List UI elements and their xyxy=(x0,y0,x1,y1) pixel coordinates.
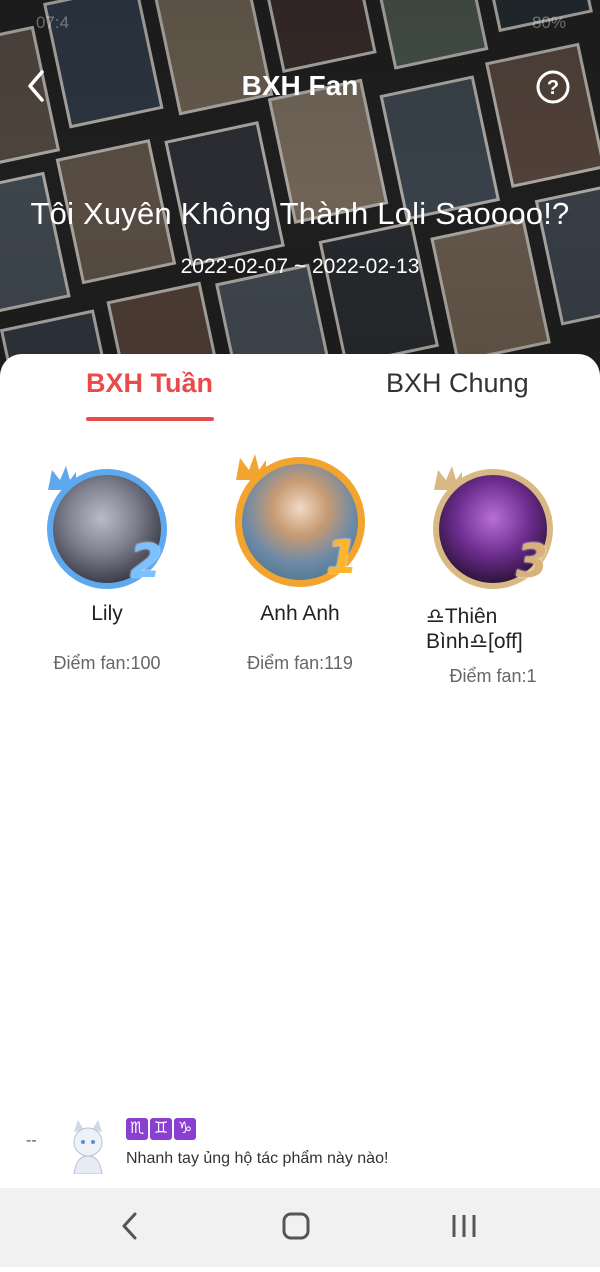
zodiac-badge: ♑ xyxy=(174,1118,196,1140)
system-recents-button[interactable] xyxy=(424,1188,504,1267)
fan-score: Điểm fan:119 xyxy=(247,653,353,673)
fan-score: Điểm fan:1 xyxy=(449,666,537,686)
zodiac-badge: ♊ xyxy=(150,1118,172,1140)
podium-avatar-rank-3[interactable]: 3 xyxy=(428,464,558,594)
page-title: BXH Fan xyxy=(241,70,359,101)
question-circle-icon: ? xyxy=(536,70,570,104)
fan-score: Điểm fan:100 xyxy=(53,653,161,673)
zodiac-badge: ♏ xyxy=(126,1118,148,1140)
podium-avatar-rank-1[interactable]: 1 xyxy=(230,452,370,592)
home-icon xyxy=(282,1212,310,1240)
help-button[interactable]: ? xyxy=(536,70,570,104)
active-tab-indicator xyxy=(86,417,214,421)
recents-icon xyxy=(452,1215,476,1237)
back-arrow-icon xyxy=(122,1212,137,1240)
zodiac-badges: ♏ ♊ ♑ xyxy=(126,1118,196,1140)
system-back-button[interactable] xyxy=(90,1188,170,1267)
tab-weekly-ranking[interactable]: BXH Tuần xyxy=(86,368,213,399)
status-battery: 80% xyxy=(531,13,566,32)
ranking-panel: BXH Tuần BXH Chung 2 Lily Điểm fan:100 1… xyxy=(0,354,600,1189)
podium-avatar-rank-2[interactable]: 2 xyxy=(42,464,172,594)
header-hero: 07:4 80% BXH Fan ? Tôi Xuyên Không Thành… xyxy=(0,0,600,380)
work-title: Tôi Xuyên Không Thành Loli Saoooo!? xyxy=(30,196,570,231)
date-range: 2022-02-07 ~ 2022-02-13 xyxy=(180,255,420,278)
system-navigation-bar xyxy=(0,1188,600,1267)
status-bar: 07:4 80% xyxy=(0,0,600,48)
svg-text:?: ? xyxy=(547,77,559,99)
fan-name: Anh Anh xyxy=(260,602,340,625)
support-banner[interactable]: -- ♏ ♊ ♑ Nhanh tay ủng hộ tác phẩm này n… xyxy=(0,1110,600,1190)
banner-dash: -- xyxy=(26,1132,37,1149)
banner-text: Nhanh tay ủng hộ tác phẩm này nào! xyxy=(126,1150,389,1167)
banner-avatar xyxy=(73,1120,103,1174)
status-time: 07:4 xyxy=(36,13,70,32)
fan-name: Lily xyxy=(91,602,123,625)
system-home-button[interactable] xyxy=(256,1188,336,1267)
rank-badge: 1 xyxy=(326,530,359,584)
fan-name: ♎Thiên Bình♎[off] xyxy=(426,605,523,653)
rank-badge: 3 xyxy=(516,534,549,588)
rank-badge: 2 xyxy=(130,534,163,588)
tab-overall-ranking[interactable]: BXH Chung xyxy=(386,368,529,399)
